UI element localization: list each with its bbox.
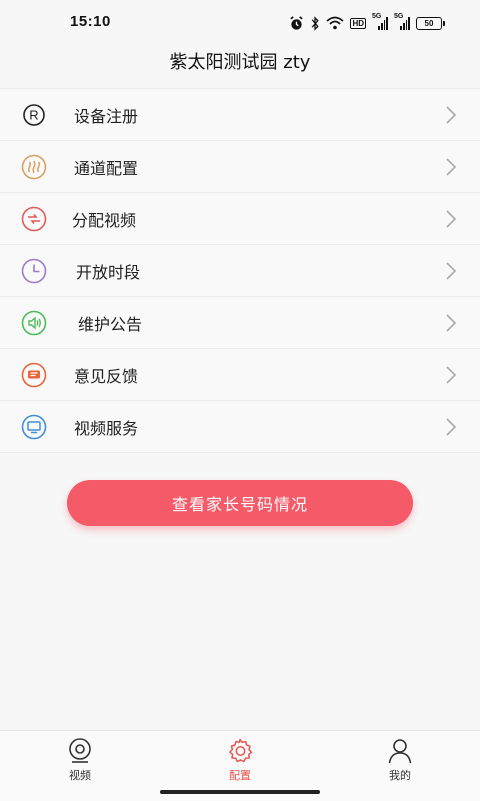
bluetooth-icon <box>312 15 320 31</box>
wifi-icon <box>326 16 345 30</box>
menu-item-label: 意见反馈 <box>74 366 139 386</box>
menu-item-label: 设备注册 <box>74 106 139 126</box>
tab-label: 视频 <box>69 769 91 782</box>
sim2-label: 5G <box>394 13 404 20</box>
menu-item-label: 分配视频 <box>72 210 137 230</box>
home-indicator[interactable] <box>160 790 320 794</box>
alarm-icon <box>290 15 304 30</box>
svg-text:R: R <box>29 107 38 122</box>
chevron-right-icon <box>446 313 457 332</box>
status-time: 15:10 <box>70 13 111 30</box>
gear-icon <box>229 738 253 763</box>
chevron-right-icon <box>446 105 457 124</box>
tab-video[interactable]: 视频 <box>40 737 120 787</box>
tab-label: 配置 <box>229 769 251 782</box>
signal-icon: 5G <box>394 13 410 30</box>
message-icon <box>21 362 47 388</box>
tab-profile[interactable]: 我的 <box>360 737 440 787</box>
menu-item-assign-video[interactable]: 分配视频 <box>0 193 480 245</box>
battery-icon: 50 <box>416 16 445 30</box>
menu-item-label: 通道配置 <box>74 158 139 178</box>
camera-icon <box>69 738 91 763</box>
hd-icon: HD <box>350 17 366 29</box>
menu-item-open-hours[interactable]: 开放时段 <box>0 245 480 297</box>
menu-item-label: 维护公告 <box>78 314 143 334</box>
user-icon <box>388 739 412 764</box>
chevron-right-icon <box>446 157 457 176</box>
menu-item-feedback[interactable]: 意见反馈 <box>0 349 480 401</box>
view-parent-numbers-button[interactable]: 查看家长号码情况 <box>67 480 413 526</box>
status-icons: HD 5G 5G 50 <box>289 13 445 33</box>
monitor-icon <box>21 414 47 440</box>
menu-item-video-service[interactable]: 视频服务 <box>0 401 480 453</box>
chevron-right-icon <box>446 417 457 436</box>
settings-menu: R 设备注册 通道配置 分配视频 开放时段 维护公告 意见反馈 视频服务 <box>0 88 480 453</box>
menu-item-device-registration[interactable]: R 设备注册 <box>0 89 480 141</box>
chevron-right-icon <box>446 365 457 384</box>
menu-item-maintenance-notice[interactable]: 维护公告 <box>0 297 480 349</box>
tab-label: 我的 <box>389 769 411 782</box>
clock-icon <box>21 258 47 284</box>
channel-icon <box>21 154 47 180</box>
menu-item-channel-config[interactable]: 通道配置 <box>0 141 480 193</box>
assign-video-icon <box>21 206 47 232</box>
status-bar: 15:10 HD 5G 5G 50 <box>0 0 480 46</box>
sim1-label: 5G <box>372 13 382 20</box>
registered-icon: R <box>21 102 47 128</box>
chevron-right-icon <box>446 261 457 280</box>
menu-item-label: 开放时段 <box>76 262 141 282</box>
page-title: 紫太阳测试园 zty <box>169 52 311 73</box>
chevron-right-icon <box>446 209 457 228</box>
speaker-icon <box>21 310 47 336</box>
tab-config[interactable]: 配置 <box>200 737 280 787</box>
signal-icon: 5G <box>372 13 388 30</box>
menu-item-label: 视频服务 <box>74 418 139 438</box>
